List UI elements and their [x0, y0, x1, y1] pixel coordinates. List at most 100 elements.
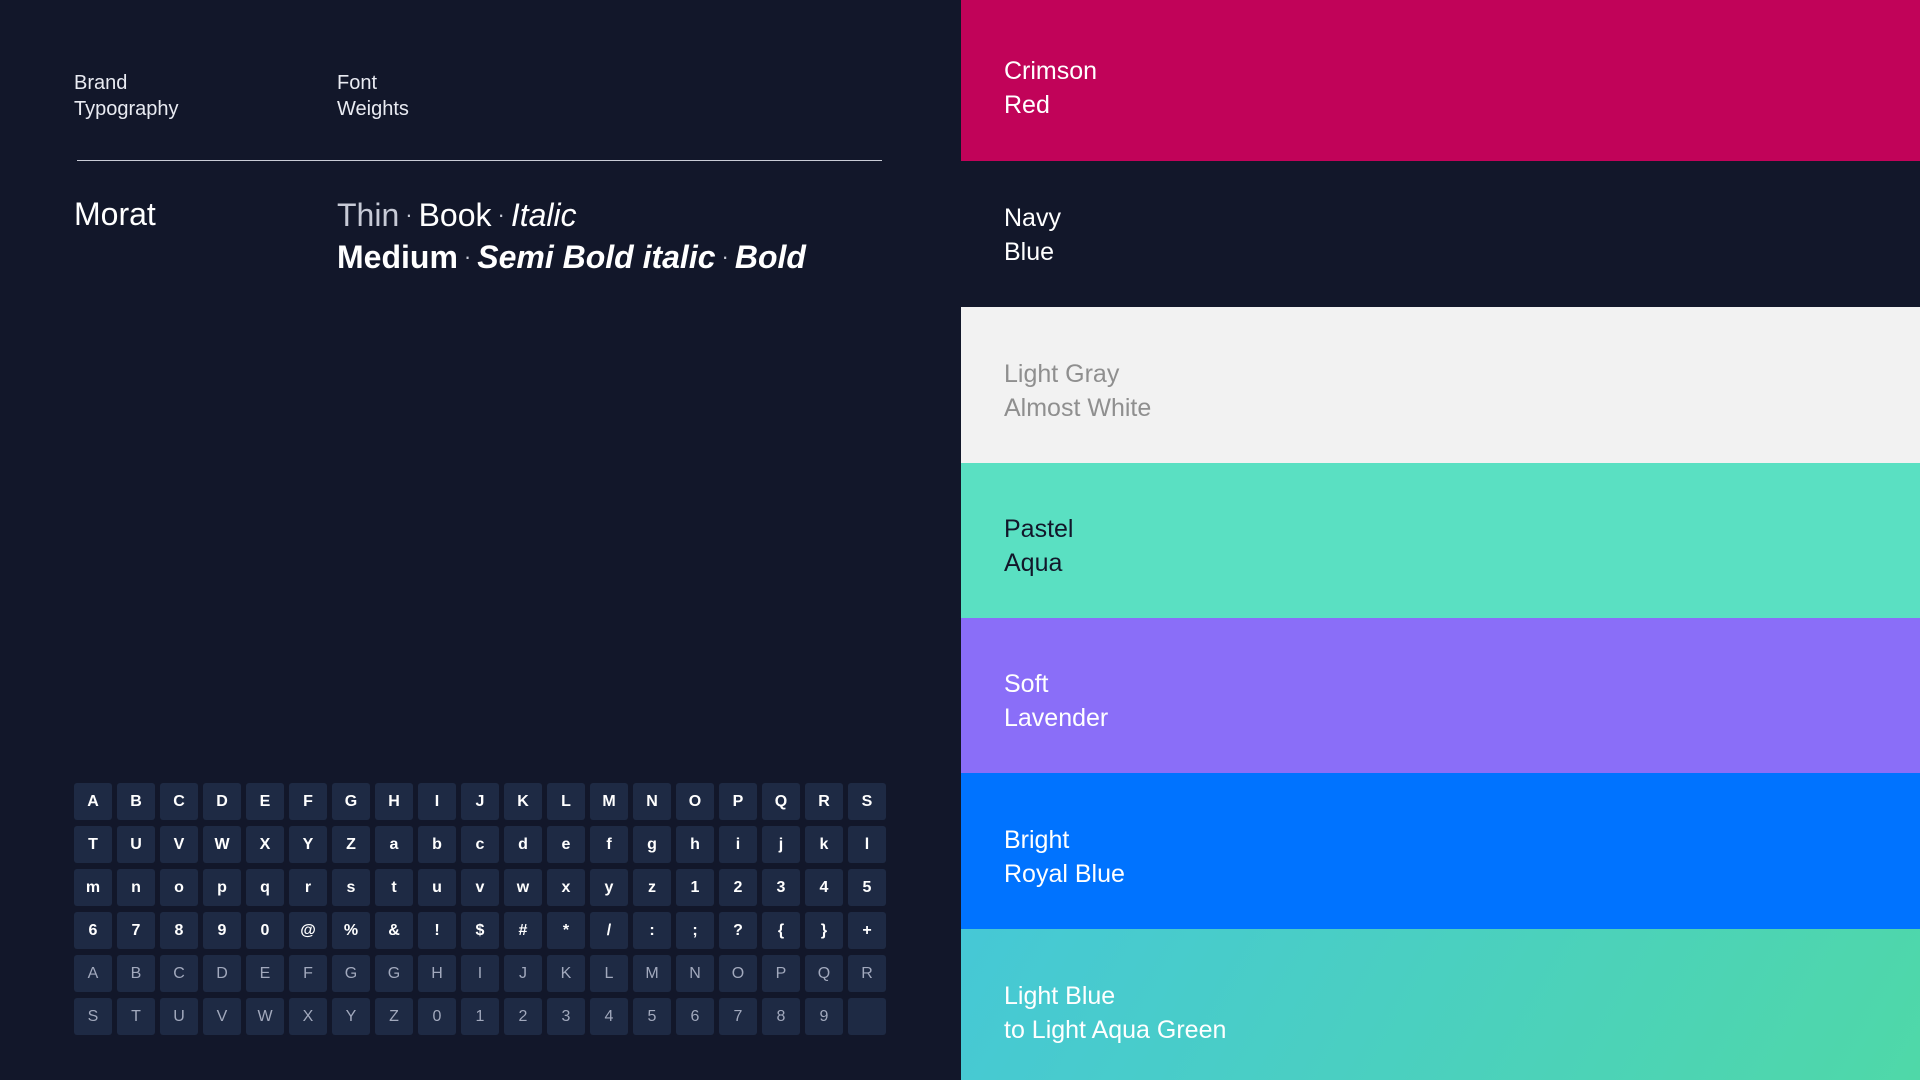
glyph-cell-light: R	[848, 955, 886, 992]
color-swatch: Pastel Aqua	[961, 463, 1920, 618]
glyph-grid: ABCDEFGHIJKLMNOPQRSTUVWXYZabcdefghijklmn…	[74, 783, 886, 1035]
glyph-cell: 1	[676, 869, 714, 906]
glyph-cell: Y	[289, 826, 327, 863]
glyph-cell: Z	[332, 826, 370, 863]
weight-separator: ·	[721, 244, 729, 269]
glyph-cell-light: O	[719, 955, 757, 992]
brand-heading-line2: Typography	[74, 98, 179, 120]
glyph-cell-light: I	[461, 955, 499, 992]
glyph-cell: m	[74, 869, 112, 906]
color-swatch: Soft Lavender	[961, 618, 1920, 773]
glyph-cell: q	[246, 869, 284, 906]
brand-heading-line1: Brand	[74, 72, 128, 94]
glyph-cell: M	[590, 783, 628, 820]
weight-separator: ·	[405, 202, 413, 227]
glyph-cell: 2	[719, 869, 757, 906]
glyph-cell-light: 6	[676, 998, 714, 1035]
glyph-cell: ;	[676, 912, 714, 949]
glyph-cell: 4	[805, 869, 843, 906]
brand-typography-heading: Brand Typography	[74, 70, 179, 122]
glyph-cell: s	[332, 869, 370, 906]
glyph-cell-light: K	[547, 955, 585, 992]
swatch-label-line2: Lavender	[1004, 704, 1109, 732]
swatch-label: Light Gray Almost White	[1004, 357, 1151, 425]
glyph-cell-light: U	[160, 998, 198, 1035]
glyph-cell: t	[375, 869, 413, 906]
font-heading-line2: Weights	[337, 98, 409, 120]
glyph-cell-light: 8	[762, 998, 800, 1035]
glyph-cell: L	[547, 783, 585, 820]
glyph-cell-light: Y	[332, 998, 370, 1035]
weight-separator: ·	[463, 244, 472, 269]
glyph-cell: !	[418, 912, 456, 949]
glyph-cell: C	[160, 783, 198, 820]
glyph-cell-light: B	[117, 955, 155, 992]
glyph-cell: o	[160, 869, 198, 906]
glyph-cell: Q	[762, 783, 800, 820]
glyph-cell-light: H	[418, 955, 456, 992]
glyph-cell: N	[633, 783, 671, 820]
glyph-cell: f	[590, 826, 628, 863]
glyph-cell-light: T	[117, 998, 155, 1035]
glyph-cell: {	[762, 912, 800, 949]
glyph-cell-light: M	[633, 955, 671, 992]
glyph-cell: *	[547, 912, 585, 949]
weight-book: Book	[418, 197, 492, 233]
glyph-cell: j	[762, 826, 800, 863]
glyph-cell-light: S	[74, 998, 112, 1035]
glyph-cell-light: G	[332, 955, 370, 992]
glyph-cell: ?	[719, 912, 757, 949]
color-swatch: Navy Blue	[961, 161, 1920, 307]
glyph-cell: h	[676, 826, 714, 863]
glyph-cell: %	[332, 912, 370, 949]
glyph-cell: d	[504, 826, 542, 863]
glyph-cell: a	[375, 826, 413, 863]
glyph-cell-light: 7	[719, 998, 757, 1035]
glyph-cell: l	[848, 826, 886, 863]
swatch-label: Pastel Aqua	[1004, 512, 1073, 580]
glyph-cell-light: D	[203, 955, 241, 992]
glyph-cell: z	[633, 869, 671, 906]
glyph-cell: #	[504, 912, 542, 949]
glyph-cell: 5	[848, 869, 886, 906]
glyph-cell: v	[461, 869, 499, 906]
swatch-label-line1: Bright	[1004, 826, 1070, 854]
glyph-cell: X	[246, 826, 284, 863]
glyph-cell: i	[719, 826, 757, 863]
swatch-label-line1: Crimson	[1004, 57, 1098, 85]
glyph-cell-light: N	[676, 955, 714, 992]
glyph-cell: P	[719, 783, 757, 820]
glyph-cell: b	[418, 826, 456, 863]
glyph-cell: :	[633, 912, 671, 949]
glyph-cell: y	[590, 869, 628, 906]
glyph-cell: g	[633, 826, 671, 863]
glyph-cell: A	[74, 783, 112, 820]
swatch-label-line2: Almost White	[1004, 394, 1152, 422]
swatch-label-line1: Pastel	[1004, 515, 1074, 543]
glyph-cell: F	[289, 783, 327, 820]
swatch-label: Navy Blue	[1004, 201, 1061, 269]
glyph-cell: U	[117, 826, 155, 863]
glyph-cell: e	[547, 826, 585, 863]
weight-separator: ·	[497, 202, 505, 227]
swatch-label-line2: Royal Blue	[1004, 860, 1125, 888]
swatch-label-line1: Light Blue	[1004, 982, 1116, 1010]
swatch-label: Crimson Red	[1004, 54, 1097, 122]
glyph-cell: H	[375, 783, 413, 820]
glyph-cell-light: E	[246, 955, 284, 992]
weight-italic: Italic	[510, 197, 577, 233]
brand-guide-page: Brand Typography Font Weights Morat Thin…	[0, 0, 1920, 1080]
glyph-cell-light: L	[590, 955, 628, 992]
glyph-cell: 0	[246, 912, 284, 949]
weight-bold: Bold	[734, 239, 806, 275]
glyph-cell: B	[117, 783, 155, 820]
swatch-label-line2: Blue	[1004, 238, 1055, 266]
swatch-label: Light Blue to Light Aqua Green	[1004, 979, 1226, 1047]
typography-panel: Brand Typography Font Weights Morat Thin…	[0, 0, 961, 1080]
glyph-cell: n	[117, 869, 155, 906]
glyph-cell: G	[332, 783, 370, 820]
swatch-label-line2: to Light Aqua Green	[1004, 1016, 1227, 1044]
glyph-cell: W	[203, 826, 241, 863]
glyph-cell-light: 1	[461, 998, 499, 1035]
glyph-cell-light: F	[289, 955, 327, 992]
